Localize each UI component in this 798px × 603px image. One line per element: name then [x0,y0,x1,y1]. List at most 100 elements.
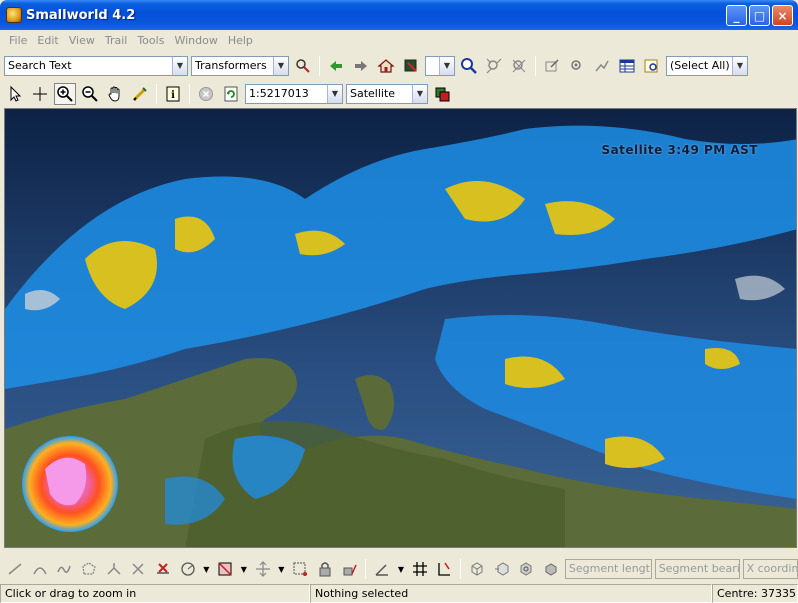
chevron-down-icon[interactable]: ▼ [732,56,747,75]
query-button[interactable] [566,55,588,77]
zoom-fit-icon [486,58,502,73]
arrow-left-icon [330,60,342,71]
trace-button[interactable] [591,55,613,77]
object-type-combo[interactable]: Transformers ▼ [191,55,289,76]
object-3d-rotate-button[interactable] [516,558,538,580]
delete-vertex-icon [156,563,169,574]
svg-text:i: i [171,90,175,101]
polygon-icon [82,562,96,575]
menu-view[interactable]: View [64,34,100,47]
map-tool-button[interactable] [400,55,422,77]
draw-polygon-button[interactable] [78,558,100,580]
angle-tool-button[interactable] [371,558,393,580]
search-combo[interactable]: Search Text ▼ [4,55,188,76]
segment-length-field[interactable]: Segment length [564,559,652,579]
chevron-down-icon[interactable]: ▼ [273,56,288,75]
rectangle-options-button[interactable]: ▼ [239,558,249,580]
map-pen-icon [404,59,417,72]
measure-tool-button[interactable] [129,83,151,105]
scale-combo[interactable]: 1:5217013 ▼ [245,83,343,104]
object-3d-button[interactable] [466,558,488,580]
edit-object-button[interactable] [541,55,563,77]
forward-button[interactable] [350,55,372,77]
zoom-out-tool-button[interactable] [79,83,101,105]
circle-tool-button[interactable] [177,558,199,580]
object-3d-move-button[interactable] [491,558,513,580]
stop-button[interactable] [195,83,217,105]
cube-rotate-icon [520,562,532,576]
split-button[interactable] [103,558,125,580]
home-button[interactable] [375,55,397,77]
perpendicular-button[interactable] [434,558,456,580]
map-caption: Satellite 3:49 PM AST [601,143,758,157]
lock-icon [319,562,331,577]
trace-icon [595,60,609,71]
crosshair-tool-button[interactable] [29,83,51,105]
draw-line-button[interactable] [4,558,26,580]
pan-tool-button[interactable] [104,83,126,105]
angle-icon [375,564,389,576]
zoom-selection-button[interactable] [458,55,480,77]
status-selection: Nothing selected [310,584,712,603]
select-area-button[interactable] [289,558,311,580]
angle-options-button[interactable]: ▼ [396,558,406,580]
chevron-down-icon[interactable]: ▼ [412,84,427,103]
browser-search-icon [644,59,658,72]
draw-arc-button[interactable] [29,558,51,580]
grid-icon [412,562,427,576]
arrow-pointer-icon [10,85,22,102]
cut-button[interactable] [127,558,149,580]
transform-options-button[interactable]: ▼ [276,558,286,580]
select-tool-button[interactable] [4,83,26,105]
chevron-down-icon[interactable]: ▼ [327,84,342,103]
stop-icon [199,86,213,101]
close-button[interactable]: × [772,5,793,26]
menu-bar: File Edit View Trail Tools Window Help [0,30,798,50]
zoom-extent-button[interactable] [508,55,530,77]
curve-icon [57,565,71,573]
circle-options-button[interactable]: ▼ [201,558,211,580]
maximize-button[interactable]: □ [749,5,770,26]
chevron-down-icon[interactable]: ▼ [439,56,454,75]
menu-tools[interactable]: Tools [132,34,169,47]
lock-button[interactable] [314,558,336,580]
menu-file[interactable]: File [4,34,32,47]
grid-snap-button[interactable] [409,558,431,580]
minimize-button[interactable]: _ [726,5,747,26]
chevron-down-icon[interactable]: ▼ [172,56,187,75]
toolbar-separator [365,559,367,579]
zoom-out-icon [82,85,98,102]
window-title: Smallworld 4.2 [26,7,136,23]
layer-combo-value: Satellite [350,87,396,100]
transform-button[interactable] [252,558,274,580]
menu-help[interactable]: Help [223,34,258,47]
menu-trail[interactable]: Trail [100,34,132,47]
status-centre: Centre: 37335.23 [712,584,798,603]
refresh-button[interactable] [220,83,242,105]
delete-vertex-button[interactable] [152,558,174,580]
menu-edit[interactable]: Edit [32,34,63,47]
zoom-fit-button[interactable] [483,55,505,77]
selection-combo[interactable]: (Select All) ▼ [666,55,748,76]
find-objects-button[interactable] [292,55,314,77]
map-toolbar: i 1:5217013 ▼ Satellite ▼ [0,80,798,107]
draw-curve-button[interactable] [53,558,75,580]
object-browser-button[interactable] [641,55,663,77]
zoom-in-tool-button[interactable] [54,82,76,105]
view-combo[interactable]: ▼ [425,55,455,76]
back-button[interactable] [325,55,347,77]
map-canvas[interactable]: Satellite 3:49 PM AST [4,108,797,548]
table-view-button[interactable] [616,55,638,77]
perpendicular-icon [438,562,451,576]
lock-options-button[interactable] [339,558,361,580]
scale-combo-value: 1:5217013 [249,87,309,100]
layer-combo[interactable]: Satellite ▼ [346,83,428,104]
layer-settings-button[interactable] [431,83,453,105]
segment-bearing-field[interactable]: Segment bearing [654,559,740,579]
menu-window[interactable]: Window [169,34,222,47]
object-3d-scale-button[interactable] [540,558,562,580]
x-coordinate-field[interactable]: X coordina [742,559,798,579]
info-button[interactable]: i [162,83,184,105]
rectangle-tool-button[interactable] [214,558,236,580]
toolbar-separator [156,83,157,104]
